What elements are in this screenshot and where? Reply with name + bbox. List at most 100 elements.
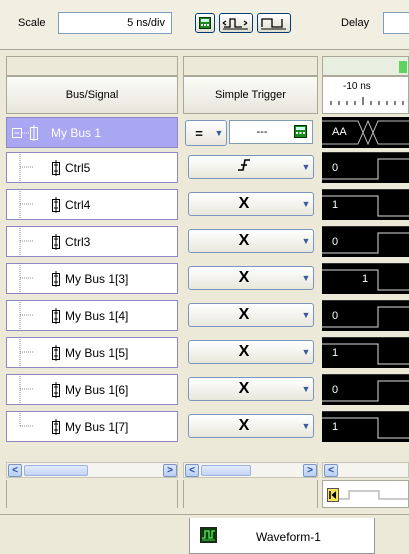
collapse-tree-icon[interactable] [11,123,49,143]
scroll-left-button[interactable]: < [185,464,199,477]
trigger-condition-select[interactable]: X ▼ [188,229,314,253]
time-ruler-ticks [330,97,404,105]
waveform-value: 0 [332,384,339,396]
rising-edge-icon [189,157,299,178]
signal-row[interactable]: Ctrl5 [6,152,178,183]
scroll-right-button[interactable]: > [303,464,317,477]
zoom-in-time-button[interactable] [219,13,253,33]
tree-connector [19,189,33,220]
trigger-condition-select[interactable]: X ▼ [188,303,314,327]
trigger-condition-value: X [238,232,250,249]
trigger-column-header[interactable]: Simple Trigger [183,76,318,114]
trigger-operator-select[interactable]: = ▼ [185,120,227,146]
bus-trigger-value: --- [256,126,268,138]
signal-row[interactable]: My Bus 1[4] [6,300,178,331]
signal-name: Ctrl3 [65,234,91,249]
scale-input[interactable]: 5 ns/div [58,12,172,34]
trigger-condition-select[interactable]: X ▼ [188,377,314,401]
delay-label: Delay [341,17,370,29]
signal-name: My Bus 1 [51,125,102,140]
signal-name: Ctrl5 [65,160,91,175]
signal-row[interactable]: My Bus 1[5] [6,337,178,368]
bus-waveform-trace [322,119,409,146]
waveform-value: 1 [332,347,339,359]
signal-header-spacer [6,56,178,76]
signal-name: Ctrl4 [65,197,91,212]
toolbar: Scale 5 ns/div Delay [0,0,409,50]
overview-trace [339,490,409,500]
zoom-out-time-button[interactable] [257,13,291,33]
delay-input[interactable] [383,12,409,34]
waveform-lane[interactable]: 1 [322,189,409,220]
waveform-lane[interactable]: 1 [322,337,409,368]
trigger-condition-select[interactable]: X ▼ [188,340,314,364]
trigger-condition-value: X [238,417,250,434]
waveform-value: 0 [332,236,339,248]
waveform-window-icon [200,527,217,543]
tree-connector [19,337,33,368]
overview-strip[interactable] [322,480,409,508]
waveform-lane-bus[interactable]: AA [322,117,409,148]
signal-icon [52,344,60,361]
signal-icon [52,159,60,176]
waveform-value: 1 [332,421,339,433]
tree-connector [19,263,33,294]
trigger-condition-value: X [238,380,250,397]
chevron-down-icon: ▼ [214,128,224,138]
go-to-start-button[interactable] [327,488,339,502]
trigger-condition-select[interactable]: X ▼ [188,414,314,438]
signal-column-header[interactable]: Bus/Signal [6,76,178,114]
chevron-down-icon: ▼ [301,421,311,431]
scroll-thumb[interactable] [24,465,88,476]
waveform-lane[interactable]: 1 [322,411,409,442]
pulse-compress-icon [261,18,286,30]
chevron-down-icon: ▼ [301,199,311,209]
bus-trigger-value-input[interactable]: --- [229,120,313,144]
scroll-right-button[interactable]: > [163,464,177,477]
signal-row[interactable]: Ctrl4 [6,189,178,220]
time-ruler[interactable]: -10 ns [322,76,409,114]
tab-waveform-1[interactable]: Waveform-1 [189,518,375,554]
calculator-icon [199,17,211,29]
signal-icon [52,233,60,250]
trigger-condition-select[interactable]: X ▼ [188,266,314,290]
signal-row-bus[interactable]: My Bus 1 [6,117,178,148]
signal-row[interactable]: My Bus 1[3] [6,263,178,294]
waveform-lane[interactable]: 0 [322,226,409,257]
trigger-condition-select[interactable]: X ▼ [188,192,314,216]
chevron-down-icon: ▼ [301,273,311,283]
signal-horizontal-scrollbar[interactable]: < > [6,462,178,478]
signal-name: My Bus 1[3] [65,271,129,286]
tree-connector [19,226,33,257]
scroll-left-button[interactable]: < [8,464,22,477]
trigger-condition-value: X [238,343,250,360]
waveform-horizontal-scrollbar[interactable]: < [322,462,409,478]
signal-icon [52,418,60,435]
waveform-lane[interactable]: 0 [322,300,409,331]
waveform-value: 1 [332,199,339,211]
waveform-lane[interactable]: 0 [322,152,409,183]
tab-bar-divider [0,514,409,515]
trigger-horizontal-scrollbar[interactable]: < > [183,462,318,478]
cursor-marker[interactable] [399,61,407,73]
scroll-thumb[interactable] [201,465,251,476]
waveform-lane[interactable]: 1 [322,263,409,294]
chevron-down-icon: ▼ [301,384,311,394]
signal-footer [6,480,178,508]
waveform-value: 0 [332,310,339,322]
calculator-button[interactable] [195,13,215,33]
waveform-value: 0 [332,162,339,174]
trigger-condition-select[interactable]: ▼ [188,155,314,179]
signal-row[interactable]: My Bus 1[6] [6,374,178,405]
scroll-left-button[interactable]: < [324,464,338,477]
pulse-expand-icon [222,18,248,30]
signal-icon [52,381,60,398]
calculator-icon[interactable] [294,125,308,139]
trigger-footer [183,480,318,508]
tab-label: Waveform-1 [256,530,321,544]
signal-row[interactable]: Ctrl3 [6,226,178,257]
signal-row[interactable]: My Bus 1[7] [6,411,178,442]
waveform-lane[interactable]: 0 [322,374,409,405]
signal-icon [52,270,60,287]
tree-connector [19,411,33,427]
